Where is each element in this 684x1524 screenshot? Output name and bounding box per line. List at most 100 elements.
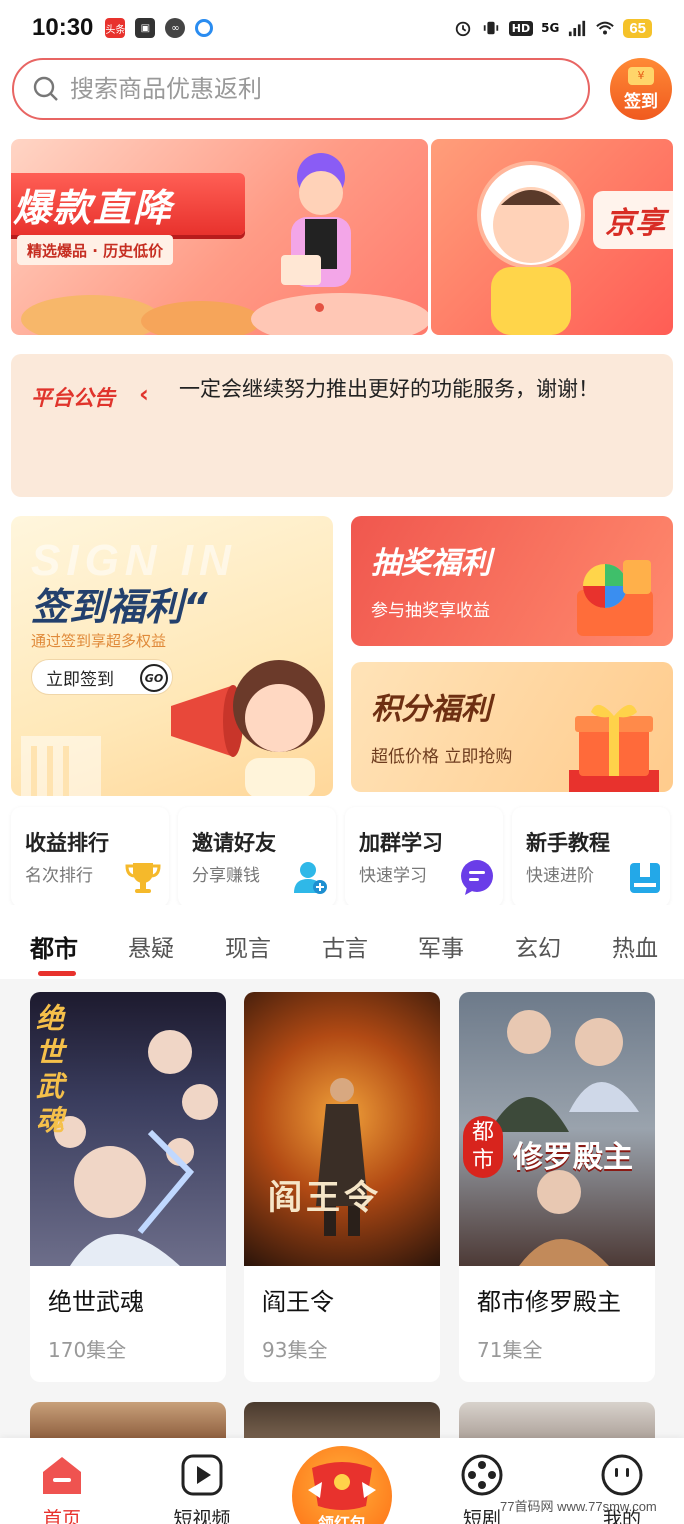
gift-box-icon — [569, 704, 659, 792]
announcement-text: 一定会继续努力推出更好的功能服务，谢谢！ — [179, 377, 599, 401]
daily-signin-button[interactable]: ¥ 签到 — [610, 58, 672, 120]
sign-in-reward-card[interactable]: SIGN IN 签到福利“ 通过签到享超多权益 立即签到 GO — [11, 516, 333, 796]
banner-subtitle: 精选爆品 · 历史低价 — [17, 235, 174, 265]
drama-title: 都市修罗殿主 — [477, 1288, 621, 1316]
active-tab-indicator — [38, 971, 76, 976]
feature-title: 收益排行 — [25, 831, 109, 855]
tab-urban[interactable]: 都市 — [30, 929, 78, 964]
tab-suspense[interactable]: 悬疑 — [128, 929, 174, 963]
megaphone-girl-figure — [171, 660, 325, 796]
drama-card-partial[interactable] — [244, 1402, 440, 1442]
toutiao-app-icon: 头条 — [105, 18, 126, 38]
feature-join-group[interactable]: 加群学习 快速学习 — [345, 807, 503, 907]
feature-subtitle: 快速进阶 — [526, 866, 594, 886]
site-watermark: 77首码网 www.77smw.com — [500, 1499, 657, 1514]
drama-poster[interactable]: 都市 修罗殿主 — [459, 992, 655, 1266]
banner-slide-hot-deals[interactable]: 爆款直降 精选爆品 · 历史低价 — [11, 139, 428, 335]
tab-passion[interactable]: 热血 — [612, 929, 658, 963]
feature-title: 邀请好友 — [192, 831, 276, 855]
nav-label: 领红包 — [317, 1514, 366, 1524]
lottery-reward-card[interactable]: 抽奖福利 参与抽奖享收益 — [351, 516, 673, 646]
tutorial-icon — [630, 863, 660, 893]
poster-title-art: 修罗殿主 — [513, 1140, 633, 1175]
poster-genre-tag: 都市 — [463, 1116, 503, 1178]
coin-icon: ¥ — [628, 66, 654, 85]
poster-title-art: 绝世武魂 — [36, 1002, 65, 1137]
announcement-chevron-icon: ‹ — [139, 380, 149, 408]
lottery-card-subtitle: 参与抽奖享收益 — [371, 601, 490, 621]
feature-shortcuts: 收益排行 名次排行 邀请好友 分享赚钱 加群学习 快速学习 新手教程 快速进阶 — [11, 807, 673, 907]
signal-icon — [569, 20, 586, 37]
tab-ancient-romance[interactable]: 古言 — [322, 929, 368, 963]
search-icon — [33, 76, 58, 101]
link-app-icon: ∞ — [165, 18, 186, 38]
banner-astronaut-figure — [477, 161, 585, 335]
nav-label: 首页 — [42, 1508, 81, 1524]
banner-slide-jd[interactable]: 京享 — [431, 139, 673, 335]
status-bar: 10:30 头条 ▣ ∞ HD 5G 65 — [0, 0, 684, 56]
sign-now-label: 立即签到 — [46, 669, 114, 690]
lottery-wheel-icon — [577, 560, 653, 636]
promo-banner-carousel[interactable]: 爆款直降 精选爆品 · 历史低价 京享 — [11, 139, 673, 335]
hd-badge: HD — [508, 20, 534, 36]
platform-announcement[interactable]: 平台公告 ‹ 一定会继续努力推出更好的功能服务，谢谢！ — [11, 354, 673, 497]
signin-button-label: 签到 — [624, 91, 658, 112]
status-indicators: HD 5G 65 — [453, 18, 652, 38]
nav-short-video[interactable]: 短视频 — [152, 1452, 252, 1524]
points-reward-card[interactable]: 积分福利 超低价格 立即抢购 — [351, 662, 673, 792]
chat-icon — [461, 860, 493, 895]
add-friend-icon — [294, 862, 327, 894]
announcement-label: 平台公告 — [31, 386, 115, 410]
banner-girl-figure — [281, 153, 351, 287]
banner-jd-label: 京享 — [593, 191, 673, 249]
search-input[interactable] — [70, 75, 550, 103]
drama-card-partial[interactable] — [459, 1402, 655, 1442]
home-icon — [43, 1457, 81, 1494]
status-time: 10:30 — [32, 14, 94, 41]
film-reel-icon — [461, 1454, 503, 1496]
tab-modern-romance[interactable]: 现言 — [225, 929, 271, 963]
red-packet-icon — [308, 1462, 376, 1510]
points-card-title: 积分福利 — [371, 692, 491, 727]
profile-icon — [601, 1454, 643, 1496]
drama-card[interactable]: 都市 修罗殿主 都市修罗殿主 71集全 — [459, 992, 655, 1382]
drama-title: 绝世武魂 — [48, 1288, 144, 1316]
store-app-icon: ▣ — [135, 18, 156, 38]
banner-title: 爆款直降 — [11, 173, 245, 235]
lottery-card-title: 抽奖福利 — [371, 546, 491, 581]
sign-card-subtitle: 通过签到享超多权益 — [31, 632, 167, 650]
browser-app-icon — [195, 19, 214, 37]
feature-tutorial[interactable]: 新手教程 快速进阶 — [512, 807, 670, 907]
alarm-icon — [455, 21, 470, 37]
sign-now-button[interactable]: 立即签到 GO — [31, 659, 173, 695]
nav-label: 短视频 — [173, 1508, 231, 1524]
feature-earnings-ranking[interactable]: 收益排行 名次排行 — [11, 807, 169, 907]
tab-fantasy[interactable]: 玄幻 — [515, 929, 561, 963]
wifi-icon — [596, 21, 615, 35]
nav-home[interactable]: 首页 — [12, 1452, 112, 1524]
banner-page-indicator — [315, 303, 324, 312]
drama-episodes: 170集全 — [48, 1338, 127, 1362]
sign-card-title: 签到福利“ — [31, 585, 208, 629]
drama-card[interactable]: 绝世武魂 绝世武魂 170集全 — [30, 992, 226, 1382]
category-tabs: 都市 悬疑 现言 古言 军事 玄幻 热血 — [0, 905, 684, 979]
drama-poster[interactable]: 绝世武魂 — [30, 992, 226, 1266]
drama-poster[interactable]: 阎王令 — [244, 992, 440, 1266]
drama-episodes: 93集全 — [262, 1338, 328, 1362]
poster-title-art: 阎王令 — [268, 1178, 382, 1218]
search-bar[interactable] — [12, 58, 590, 120]
feature-invite-friends[interactable]: 邀请好友 分享赚钱 — [178, 807, 336, 907]
battery-indicator: 65 — [623, 18, 652, 38]
trophy-icon — [125, 863, 161, 893]
drama-card-partial[interactable] — [30, 1402, 226, 1442]
feature-subtitle: 快速学习 — [359, 866, 427, 886]
feature-title: 新手教程 — [526, 831, 610, 855]
vibrate-icon — [483, 21, 498, 35]
drama-title: 阎王令 — [262, 1288, 334, 1316]
feature-subtitle: 分享赚钱 — [192, 866, 260, 886]
building-decoration — [21, 736, 101, 796]
points-card-subtitle: 超低价格 立即抢购 — [371, 747, 513, 767]
tab-military[interactable]: 军事 — [418, 929, 464, 963]
drama-episodes: 71集全 — [477, 1338, 543, 1362]
drama-card[interactable]: 阎王令 阎王令 93集全 — [244, 992, 440, 1382]
